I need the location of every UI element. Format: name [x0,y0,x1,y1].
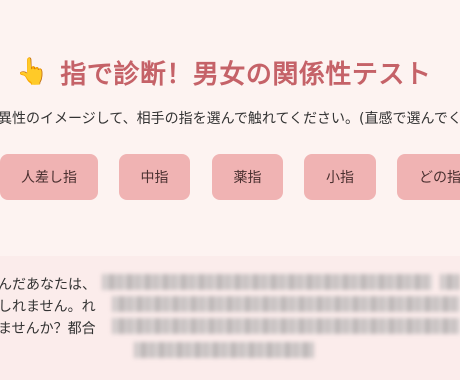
blurred-text [134,342,314,358]
instruction-text: 異性のイメージして、相手の指を選んで触れてください。(直感で選んでく [0,111,460,127]
blurred-text [440,274,460,290]
title-text: 指で診断！男女の関係性テスト [60,59,432,90]
page: 👆 指で診断！男女の関係性テスト 異性のイメージして、相手の指を選んで触れてくだ… [0,0,460,380]
pointing-hand-icon: 👆 [16,57,49,87]
page-title: 👆 指で診断！男女の関係性テスト [16,52,431,92]
result-line-2: しれません。れ [0,299,96,315]
blurred-text [102,274,432,290]
finger-button-which[interactable]: どの指 [397,154,460,200]
finger-button-index[interactable]: 人差し指 [0,154,98,200]
blurred-text [112,318,460,334]
blurred-text [112,296,460,312]
finger-button-little[interactable]: 小指 [304,154,376,200]
finger-button-middle[interactable]: 中指 [119,154,190,200]
result-line-3: ませんか？都合 [0,321,96,337]
result-line-1: んだあなたは、 [0,277,96,293]
finger-button-ring[interactable]: 薬指 [212,154,283,200]
